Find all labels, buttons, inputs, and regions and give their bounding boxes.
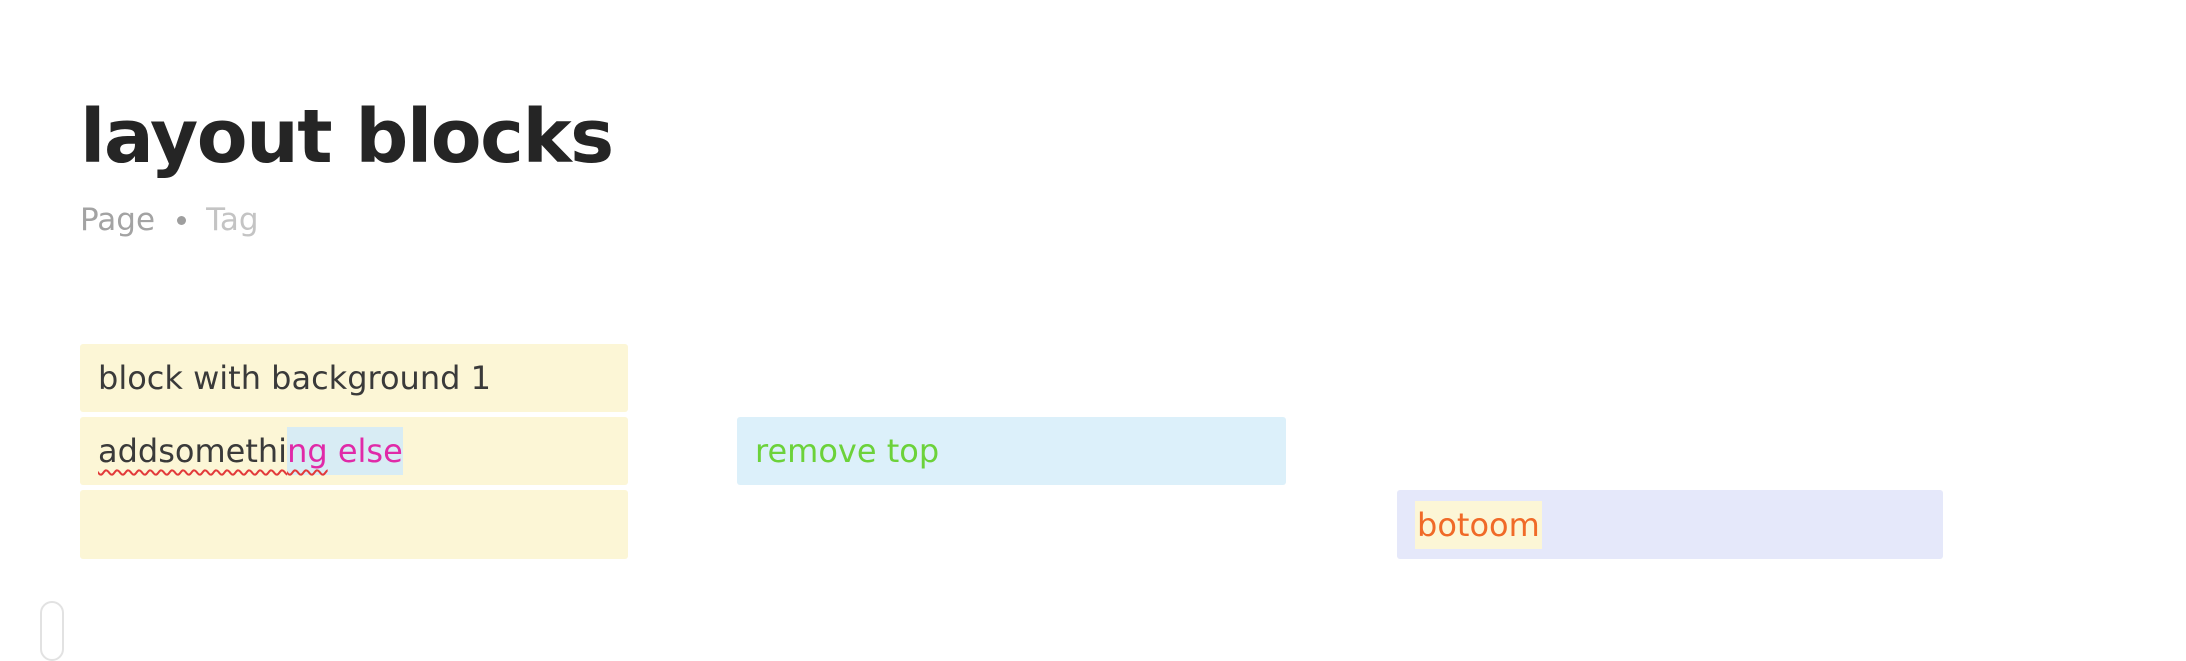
- block-text-misspelled: addsomethi: [98, 432, 288, 470]
- object-type-label[interactable]: Page: [80, 202, 155, 238]
- block-text: block with background 1: [98, 359, 491, 397]
- block-text-highlighted: botoom: [1415, 500, 1542, 549]
- tag-placeholder[interactable]: Tag: [206, 202, 258, 238]
- block-add-something[interactable]: addsomethi ng else: [80, 417, 628, 485]
- page-meta: Page Tag: [80, 200, 259, 240]
- highlighted-text-misspelled: ng: [287, 432, 328, 470]
- meta-separator-dot: [177, 215, 187, 225]
- drag-handle-icon[interactable]: [40, 601, 64, 661]
- block-with-background-1[interactable]: block with background 1: [80, 344, 628, 412]
- block-bottom[interactable]: botoom: [1397, 490, 1943, 559]
- block-text: remove top: [755, 432, 940, 470]
- highlighted-text: ng else: [287, 427, 403, 475]
- block-remove-top[interactable]: remove top: [737, 417, 1286, 485]
- highlighted-text-rest: else: [327, 432, 403, 470]
- page-title[interactable]: layout blocks: [80, 92, 614, 182]
- block-empty[interactable]: [80, 490, 628, 559]
